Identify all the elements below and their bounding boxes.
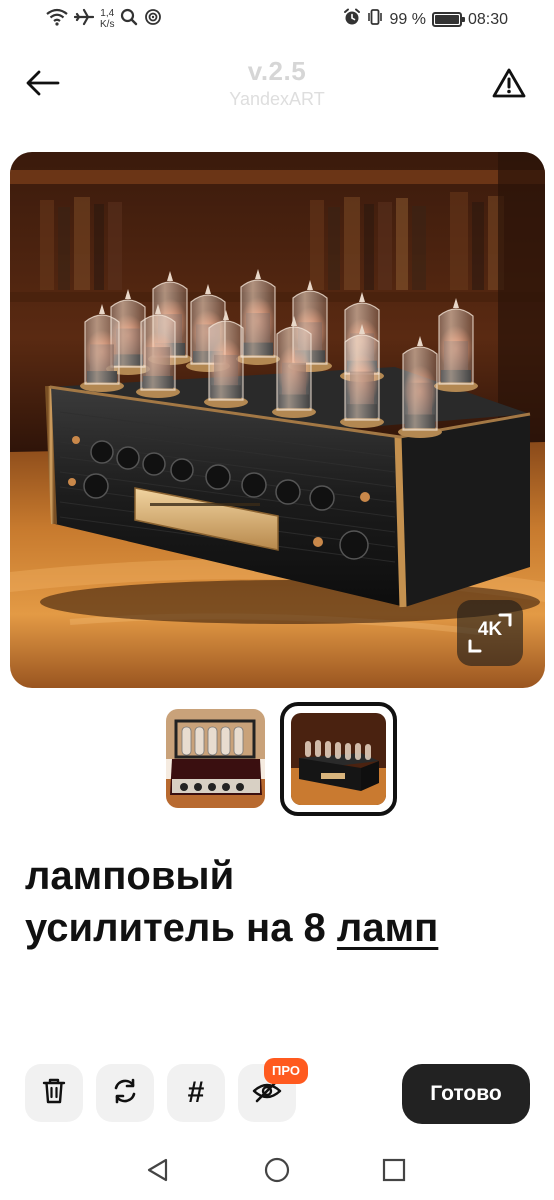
top-app-bar: v.2.5 YandexART: [0, 50, 554, 120]
pro-badge: ПРО: [264, 1058, 308, 1084]
network-speed: 1,4 K/s: [100, 8, 114, 30]
model-name: YandexART: [229, 89, 325, 109]
prompt-line-1: ламповый: [25, 854, 235, 898]
nav-home-button[interactable]: [259, 1154, 295, 1190]
vibrate-icon: [367, 8, 383, 31]
status-bar: 1,4 K/s 99 % 08:30: [0, 0, 554, 42]
system-nav-bar: [0, 1142, 554, 1200]
network-speed-unit: K/s: [100, 19, 115, 30]
back-button[interactable]: [22, 64, 64, 106]
nav-back-icon: [145, 1157, 171, 1187]
clock: 08:30: [467, 10, 508, 28]
hashtag-icon: #: [187, 1076, 205, 1109]
regenerate-icon: [111, 1077, 139, 1109]
nav-home-icon: [263, 1156, 291, 1188]
regenerate-button[interactable]: [96, 1064, 154, 1122]
warning-icon: [491, 67, 527, 103]
model-version: v.2.5: [247, 56, 307, 86]
thumbnail-variant-1[interactable]: [166, 709, 265, 808]
nav-back-button[interactable]: [140, 1154, 176, 1190]
battery-icon: [431, 12, 465, 27]
delete-button[interactable]: [25, 1064, 83, 1122]
battery-fill: [434, 15, 459, 24]
action-bar: # ПРО Готово: [0, 1058, 554, 1126]
prompt-text: ламповый усилитель на 8 ламп: [25, 850, 535, 954]
generated-image[interactable]: 4K: [10, 152, 545, 688]
nav-recent-icon: [382, 1158, 406, 1186]
thumbnail-variant-2-image: [291, 713, 386, 805]
upscale-4k-button[interactable]: 4K: [457, 600, 523, 666]
thumbnail-variant-2-selected[interactable]: [280, 702, 397, 816]
title-block: v.2.5 YandexART: [0, 56, 554, 110]
hashtag-button[interactable]: #: [167, 1064, 225, 1122]
status-bar-left: 1,4 K/s: [46, 8, 162, 30]
done-button[interactable]: Готово: [402, 1064, 530, 1124]
battery-percent: 99 %: [389, 10, 426, 28]
alarm-icon: [343, 8, 361, 31]
airplane-icon: [73, 8, 95, 30]
upscale-4k-label: 4K: [478, 619, 503, 640]
prompt-line-2-text: усилитель на 8: [25, 906, 337, 950]
nav-recent-button[interactable]: [376, 1154, 412, 1190]
trash-icon: [41, 1077, 67, 1109]
search-icon: [120, 8, 138, 30]
hotspot-icon: [144, 8, 162, 30]
wifi-icon: [46, 8, 68, 30]
report-button[interactable]: [488, 64, 530, 106]
prompt-line-2: усилитель на 8 ламп: [25, 902, 535, 954]
status-bar-right: 99 % 08:30: [343, 8, 508, 31]
prompt-underlined-word[interactable]: ламп: [337, 906, 438, 950]
back-arrow-icon: [26, 70, 60, 100]
variant-thumbnails: [0, 702, 554, 816]
network-speed-value: 1,4: [100, 8, 115, 19]
